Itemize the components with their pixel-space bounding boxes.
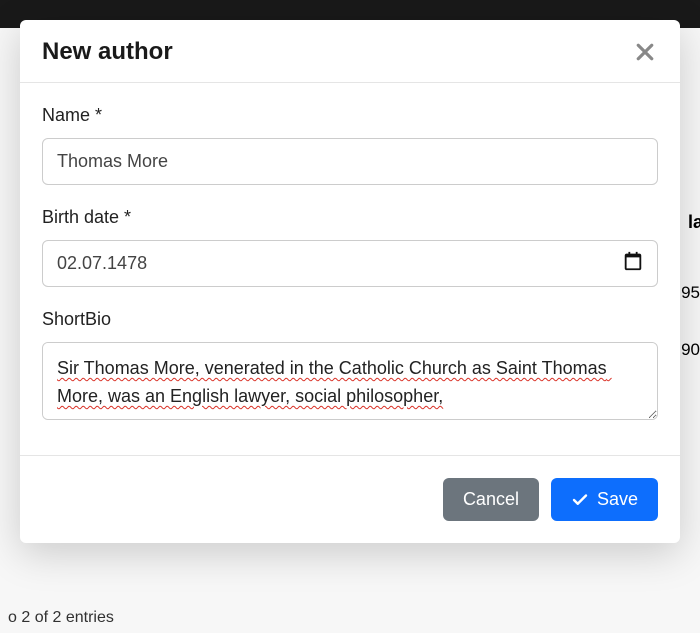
- save-button[interactable]: Save: [551, 478, 658, 521]
- birth-date-field: Birth date *: [42, 207, 658, 287]
- short-bio-label: ShortBio: [42, 309, 658, 330]
- birth-date-input[interactable]: [42, 240, 658, 287]
- name-input[interactable]: [42, 138, 658, 185]
- save-button-label: Save: [597, 489, 638, 510]
- short-bio-textarea[interactable]: [42, 342, 658, 420]
- modal-footer: Cancel Save: [20, 455, 680, 543]
- modal-body: Name * Birth date * ShortBio: [20, 83, 680, 455]
- modal-header: New author: [20, 20, 680, 83]
- modal-title: New author: [42, 38, 173, 66]
- close-button[interactable]: [632, 39, 658, 65]
- birth-date-label: Birth date *: [42, 207, 658, 228]
- check-icon: [571, 491, 589, 509]
- cancel-button-label: Cancel: [463, 489, 519, 510]
- close-icon: [636, 43, 654, 61]
- cancel-button[interactable]: Cancel: [443, 478, 539, 521]
- name-label: Name *: [42, 105, 658, 126]
- new-author-modal: New author Name * Birth date *: [20, 20, 680, 543]
- short-bio-field: ShortBio: [42, 309, 658, 425]
- name-field: Name *: [42, 105, 658, 185]
